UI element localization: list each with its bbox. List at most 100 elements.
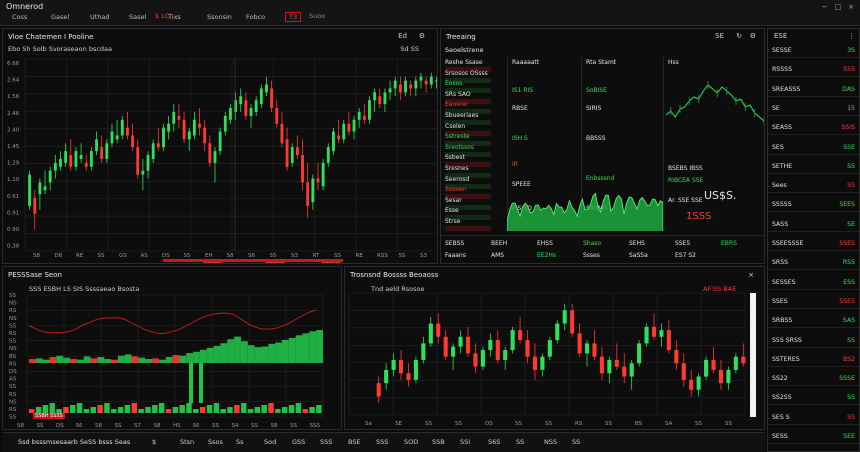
sidebar-row[interactable]: SSSSS SEES — [772, 201, 855, 208]
watchlist-row[interactable]: Sesar — [445, 197, 462, 204]
footer-item[interactable]: SEBSS — [445, 240, 464, 247]
mini-chart-card[interactable]: Hss BSEBS IBSS RIBCEA SSE Ar. SSE SSE US… — [663, 57, 764, 231]
bottom-bar-item[interactable]: SSB — [432, 438, 445, 446]
sidebar-row[interactable]: SS2SS SS — [772, 394, 855, 401]
candle-body — [265, 84, 268, 93]
settings-icon[interactable]: ⚙ — [750, 32, 756, 40]
close-icon[interactable]: × — [848, 3, 854, 11]
sidebar-row[interactable]: SRSS RSS — [772, 259, 855, 266]
footer-item[interactable]: SSE5 — [675, 240, 690, 247]
watchlist-row[interactable]: Eosos — [445, 80, 462, 87]
main-menu: Coss Gasel Uthad Sasel Tixs Ssonsin Fobc… — [12, 13, 285, 21]
watchlist-row[interactable]: Srsosos OSsss — [445, 70, 488, 77]
footer-item[interactable]: EHSS — [537, 240, 553, 247]
bottom-bar-item[interactable]: SSI — [460, 438, 470, 446]
watchlist-row[interactable]: Sreotssos — [445, 144, 474, 151]
menu-item[interactable]: Fobco — [246, 13, 272, 21]
sidebar-row[interactable]: SASS SE — [772, 221, 855, 228]
bottom-bar-item[interactable]: Ss — [236, 438, 244, 446]
bottom-bar-item[interactable]: GSS — [292, 438, 305, 446]
footer-item[interactable]: SEHS — [629, 240, 645, 247]
footer-item[interactable]: EBRS — [721, 240, 737, 247]
active-indicator[interactable]: $ LCI — [152, 12, 174, 22]
menu-item[interactable]: Ssonsin — [207, 13, 233, 21]
watchlist-row[interactable]: Strse — [445, 218, 460, 225]
menu-item[interactable]: Gasel — [51, 13, 77, 21]
footer-item[interactable]: Ssses — [583, 252, 600, 259]
ticker-a-value: SPEEE — [512, 181, 531, 188]
menu-item[interactable]: Suoo — [306, 12, 328, 22]
bottom-bar-item[interactable]: BSE — [348, 438, 361, 446]
footer-item[interactable]: EE2Hs — [537, 252, 556, 259]
watchlist-row[interactable]: Eauerer — [445, 101, 468, 108]
y-axis-label: 1.10 — [7, 177, 20, 183]
sidebar-row[interactable]: SETHE SS — [772, 163, 855, 170]
bottom-bar-item[interactable]: SSS — [376, 438, 388, 446]
watchlist-row[interactable]: SRs SAO — [445, 91, 471, 98]
sidebar-row[interactable]: SESSES ESS — [772, 279, 855, 286]
x-axis-label: SS — [212, 423, 219, 429]
lower-volume-bar — [193, 409, 199, 413]
minimize-icon[interactable]: − — [822, 3, 828, 11]
maximize-icon[interactable]: □ — [835, 3, 842, 11]
panel-control[interactable]: SE — [715, 32, 724, 40]
watchlist-row[interactable]: Reshe Ssase — [445, 59, 483, 66]
sidebar-row[interactable]: SS22 SSSE — [772, 375, 855, 382]
menu-item[interactable]: Coss — [12, 13, 38, 21]
x-axis-label: S6 — [76, 423, 83, 429]
bottom-bar-item[interactable]: SS — [516, 438, 524, 446]
footer-item[interactable]: SaSSa — [629, 252, 648, 259]
watchlist-row[interactable]: Seerosd — [445, 176, 469, 183]
watchlist-row[interactable]: Ssbest — [445, 154, 465, 161]
bottom-bar-item[interactable]: SOD — [404, 438, 418, 446]
sidebar-row[interactable]: SEASS SSIS — [772, 124, 855, 131]
watchlist-row[interactable]: Cselen — [445, 123, 465, 130]
bottom-bar-item[interactable]: Ssos — [208, 438, 223, 446]
lower-volume-bar — [213, 403, 220, 413]
price-tag[interactable]: T3 — [285, 12, 302, 22]
candle-body — [391, 359, 396, 370]
sidebar-row[interactable]: SES S SS — [772, 414, 855, 421]
y-axis-label: 2.46 — [7, 111, 20, 117]
bottom-bar-item[interactable]: SSS — [320, 438, 332, 446]
sidebar-control[interactable]: ESE — [774, 32, 787, 40]
sidebar-row[interactable]: SRBSS SAS — [772, 317, 855, 324]
watchlist-row[interactable]: Sossen — [445, 186, 466, 193]
sidebar-row[interactable]: SSTERES BS2 — [772, 356, 855, 363]
footer-item[interactable]: ES7 S2 — [675, 252, 696, 259]
sidebar-row[interactable]: RSSSS S5S — [772, 66, 855, 73]
sidebar-row[interactable]: SESS SEE — [772, 433, 855, 440]
sidebar-row[interactable]: SES SSE — [772, 144, 855, 151]
sidebar-row[interactable]: Sees SS — [772, 182, 855, 189]
refresh-icon[interactable]: ↻ — [736, 32, 742, 40]
watchlist-row[interactable]: Sbueeriaes — [445, 112, 478, 119]
watchlist-row[interactable]: Sstreste — [445, 133, 469, 140]
menu-item[interactable]: Uthad — [90, 13, 116, 21]
footer-item[interactable]: Faaans — [445, 252, 466, 259]
sidebar-row[interactable]: S5S SRSS SS — [772, 337, 855, 344]
watchlist-row[interactable]: Sresnes — [445, 165, 469, 172]
main-candlestick-chart[interactable]: 6.66 2.64 1.56 2.46 2.40 1.45 1.29 1.10 0.61 0.91… — [3, 29, 438, 264]
footer-item[interactable]: AMS — [491, 252, 504, 259]
sidebar-row[interactable]: SSES SSES — [772, 298, 855, 305]
sidebar-menu-icon[interactable]: ⋮ — [848, 32, 855, 40]
volume-bar-chart[interactable]: SSNSRSNSSSRSSSNSBSRSDSASSSRSNSRSSSS8 SS DS… — [3, 267, 342, 430]
bottom-bar: Ssd bsssmsesaarb SeSS bsss Seas $ Stsn Sso… — [2, 432, 765, 452]
x-axis-label: S6 — [193, 423, 200, 429]
watchlist-row[interactable]: Esse — [445, 207, 459, 214]
bottom-bar-item[interactable]: $ — [152, 438, 156, 446]
bottom-bar-item[interactable]: NSS — [544, 438, 557, 446]
footer-item[interactable]: Shaso — [583, 240, 601, 247]
x-axis-label: S8 — [17, 423, 24, 429]
candle-body — [120, 119, 124, 136]
bottom-bar-item[interactable]: Stsn — [180, 438, 194, 446]
sidebar-row[interactable]: SE 15 — [772, 105, 855, 112]
lower-candlestick-chart[interactable]: Sa SE SS SS DS SS SS RS SS BS SA SS SS — [345, 267, 765, 430]
footer-item[interactable]: BEEH — [491, 240, 507, 247]
sidebar-row[interactable]: SESSE 3S — [772, 47, 855, 54]
bottom-bar-item[interactable]: Sod — [264, 438, 276, 446]
bottom-bar-item[interactable]: SS — [572, 438, 580, 446]
bottom-bar-item[interactable]: S6S — [488, 438, 500, 446]
sidebar-row[interactable]: SSEESSSE SSES — [772, 240, 855, 247]
sidebar-row[interactable]: SREASSS DAS — [772, 86, 855, 93]
